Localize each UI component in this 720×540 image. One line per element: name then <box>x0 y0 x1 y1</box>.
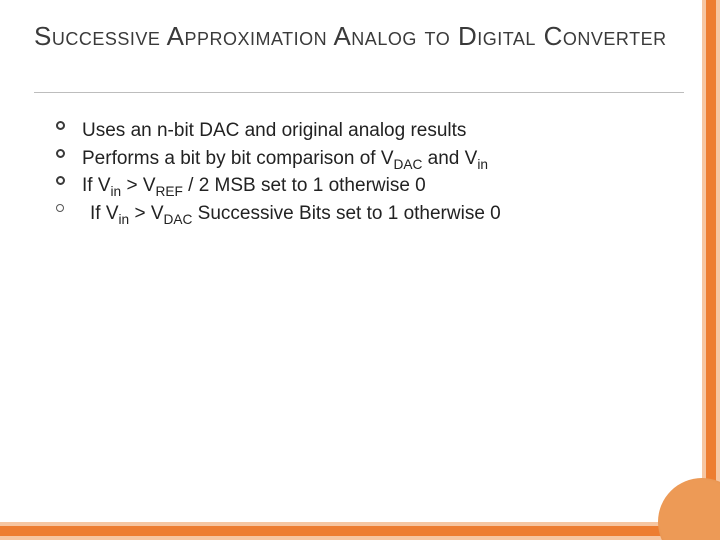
hollow-circle-icon <box>48 176 72 185</box>
bullet-text: If Vin > VREF / 2 MSB set to 1 otherwise… <box>82 173 664 199</box>
slide-title: Successive Approximation Analog to Digit… <box>34 20 680 53</box>
corner-circle-decoration <box>658 478 720 540</box>
bottom-stripe-inner <box>0 526 720 536</box>
bullet-text: Performs a bit by bit comparison of VDAC… <box>82 146 664 172</box>
bullet-text: If Vin > VDAC Successive Bits set to 1 o… <box>82 201 664 227</box>
bullet-row: If Vin > VDAC Successive Bits set to 1 o… <box>48 201 664 227</box>
hollow-circle-icon <box>48 149 72 158</box>
hollow-circle-icon <box>48 121 72 130</box>
bullet-row: Uses an n-bit DAC and original analog re… <box>48 118 664 144</box>
bullet-text: Uses an n-bit DAC and original analog re… <box>82 118 664 144</box>
slide: Successive Approximation Analog to Digit… <box>0 0 720 540</box>
bullet-row: If Vin > VREF / 2 MSB set to 1 otherwise… <box>48 173 664 199</box>
slide-body: Uses an n-bit DAC and original analog re… <box>48 118 664 229</box>
bullet-row: Performs a bit by bit comparison of VDAC… <box>48 146 664 172</box>
right-stripe-inner <box>706 0 716 540</box>
title-underline <box>34 92 684 93</box>
hollow-circle-small-icon <box>48 204 72 212</box>
